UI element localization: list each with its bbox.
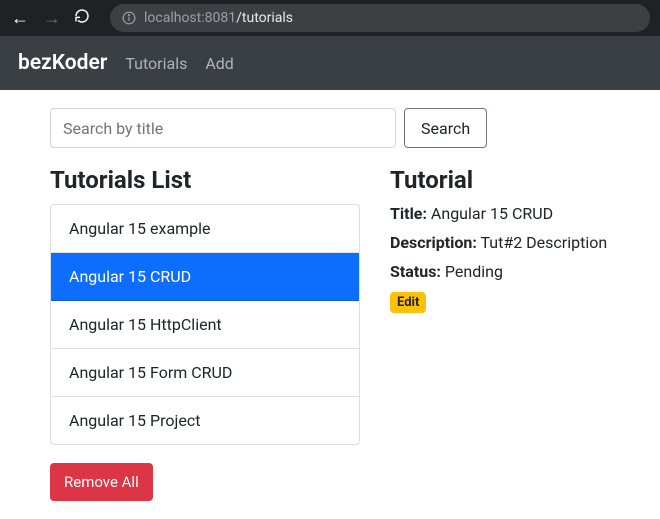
title-value: Angular 15 CRUD [431, 204, 553, 223]
brand[interactable]: bezKoder [18, 51, 107, 75]
list-item[interactable]: Angular 15 Project [51, 397, 359, 444]
browser-toolbar: ← → localhost:8081/tutorials [0, 0, 660, 36]
nav-link-add[interactable]: Add [205, 54, 233, 73]
search-row: Search [50, 108, 610, 148]
search-input[interactable] [50, 108, 396, 148]
search-button[interactable]: Search [404, 108, 487, 148]
url-port: :8081 [201, 10, 236, 26]
description-value: Tut#2 Description [481, 233, 608, 252]
edit-button[interactable]: Edit [390, 292, 426, 313]
url-text: localhost:8081/tutorials [144, 10, 293, 26]
detail-description-row: Description: Tut#2 Description [390, 233, 610, 252]
back-icon[interactable]: ← [10, 8, 30, 29]
list-heading: Tutorials List [50, 166, 360, 194]
remove-all-button[interactable]: Remove All [50, 463, 153, 501]
reload-icon[interactable] [74, 8, 90, 28]
info-icon [122, 11, 136, 25]
detail-heading: Tutorial [390, 166, 610, 194]
tutorials-list: Angular 15 example Angular 15 CRUD Angul… [50, 204, 360, 445]
description-label: Description: [390, 233, 477, 252]
address-bar[interactable]: localhost:8081/tutorials [110, 4, 650, 32]
status-label: Status: [390, 262, 441, 281]
detail-status-row: Status: Pending [390, 262, 610, 281]
title-label: Title: [390, 204, 427, 223]
detail-title-row: Title: Angular 15 CRUD [390, 204, 610, 223]
list-item[interactable]: Angular 15 Form CRUD [51, 349, 359, 397]
status-value: Pending [445, 262, 503, 281]
app-navbar: bezKoder Tutorials Add [0, 36, 660, 90]
list-item[interactable]: Angular 15 example [51, 205, 359, 253]
nav-link-tutorials[interactable]: Tutorials [125, 54, 187, 73]
url-path: /tutorials [236, 10, 293, 26]
list-item[interactable]: Angular 15 CRUD [51, 253, 359, 301]
forward-icon[interactable]: → [42, 8, 62, 29]
url-host: localhost [144, 10, 201, 26]
list-item[interactable]: Angular 15 HttpClient [51, 301, 359, 349]
